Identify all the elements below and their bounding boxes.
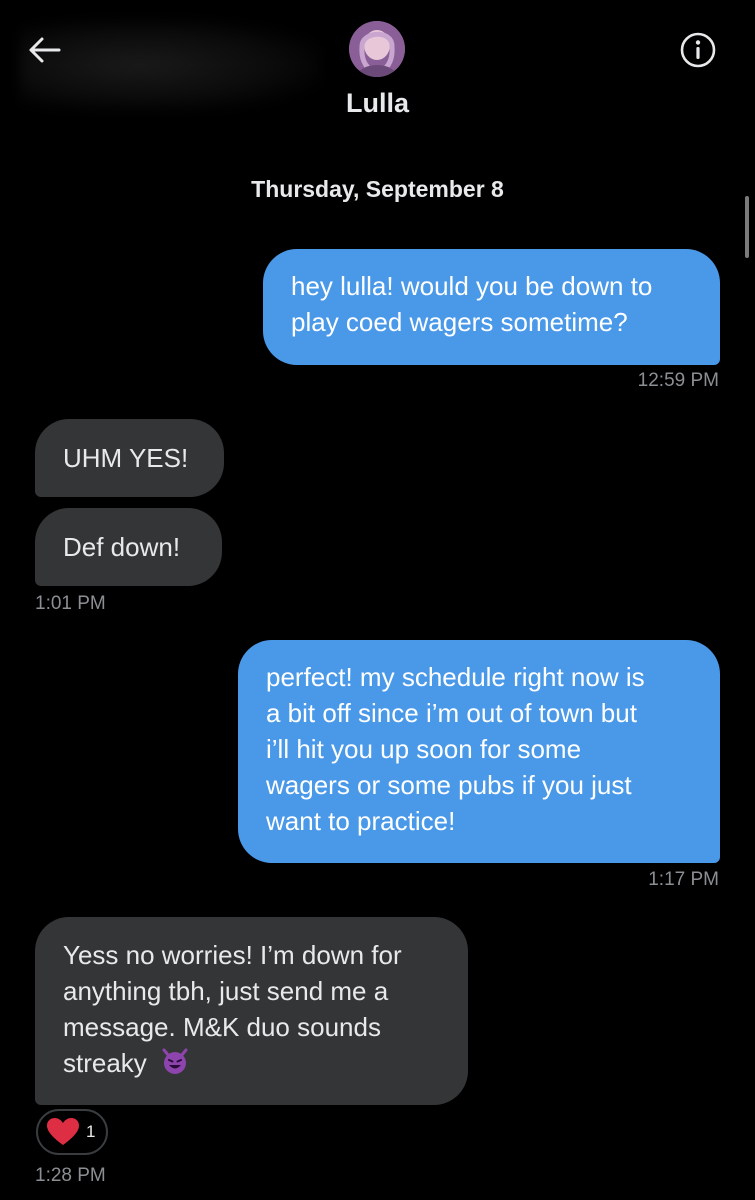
red-heart-emoji bbox=[47, 1118, 79, 1145]
smiling-imp-emoji bbox=[162, 1048, 188, 1074]
message-line: play coed wagers sometime? bbox=[291, 307, 628, 337]
outgoing-message[interactable]: hey lulla! would you be down to play coe… bbox=[263, 249, 720, 365]
message-timestamp: 1:28 PM bbox=[35, 1165, 106, 1186]
incoming-message[interactable]: Yess no worries! I’m down for anything t… bbox=[35, 917, 468, 1105]
avatar[interactable] bbox=[349, 21, 405, 77]
message-text: streaky bbox=[63, 1048, 147, 1078]
avatar-image bbox=[349, 21, 405, 77]
message-line: hey lulla! would you be down to bbox=[291, 271, 653, 301]
info-button[interactable] bbox=[678, 30, 718, 70]
message-line: want to practice! bbox=[266, 806, 456, 836]
message-line: wagers or some pubs if you just bbox=[266, 770, 632, 800]
message-text: UHM YES! bbox=[63, 443, 189, 473]
arrow-left-icon bbox=[29, 37, 61, 63]
message-line: perfect! my schedule right now is bbox=[266, 662, 645, 692]
scrollbar[interactable] bbox=[745, 196, 749, 258]
message-timestamp: 1:01 PM bbox=[35, 593, 106, 614]
message-line: a bit off since i’m out of town but bbox=[266, 698, 637, 728]
incoming-message[interactable]: UHM YES! bbox=[35, 419, 224, 497]
outgoing-message[interactable]: perfect! my schedule right now is a bit … bbox=[238, 640, 720, 863]
message-timestamp: 12:59 PM bbox=[637, 370, 719, 391]
message-line: i’ll hit you up soon for some bbox=[266, 734, 582, 764]
message-line: message. M&K duo sounds bbox=[63, 1012, 381, 1042]
info-circle-icon bbox=[680, 32, 716, 68]
message-timestamp: 1:17 PM bbox=[648, 869, 719, 890]
message-line: anything tbh, just send me a bbox=[63, 976, 389, 1006]
incoming-message[interactable]: Def down! bbox=[35, 508, 222, 586]
reaction-count: 1 bbox=[86, 1122, 96, 1141]
date-separator: Thursday, September 8 bbox=[251, 176, 504, 202]
reaction-badge[interactable]: 1 bbox=[36, 1109, 108, 1155]
message-line: Yess no worries! I’m down for bbox=[63, 940, 402, 970]
message-text: Def down! bbox=[63, 532, 181, 562]
back-button[interactable] bbox=[22, 30, 66, 70]
message-line: streaky bbox=[63, 1045, 440, 1081]
contact-name[interactable]: Lulla bbox=[0, 88, 755, 119]
